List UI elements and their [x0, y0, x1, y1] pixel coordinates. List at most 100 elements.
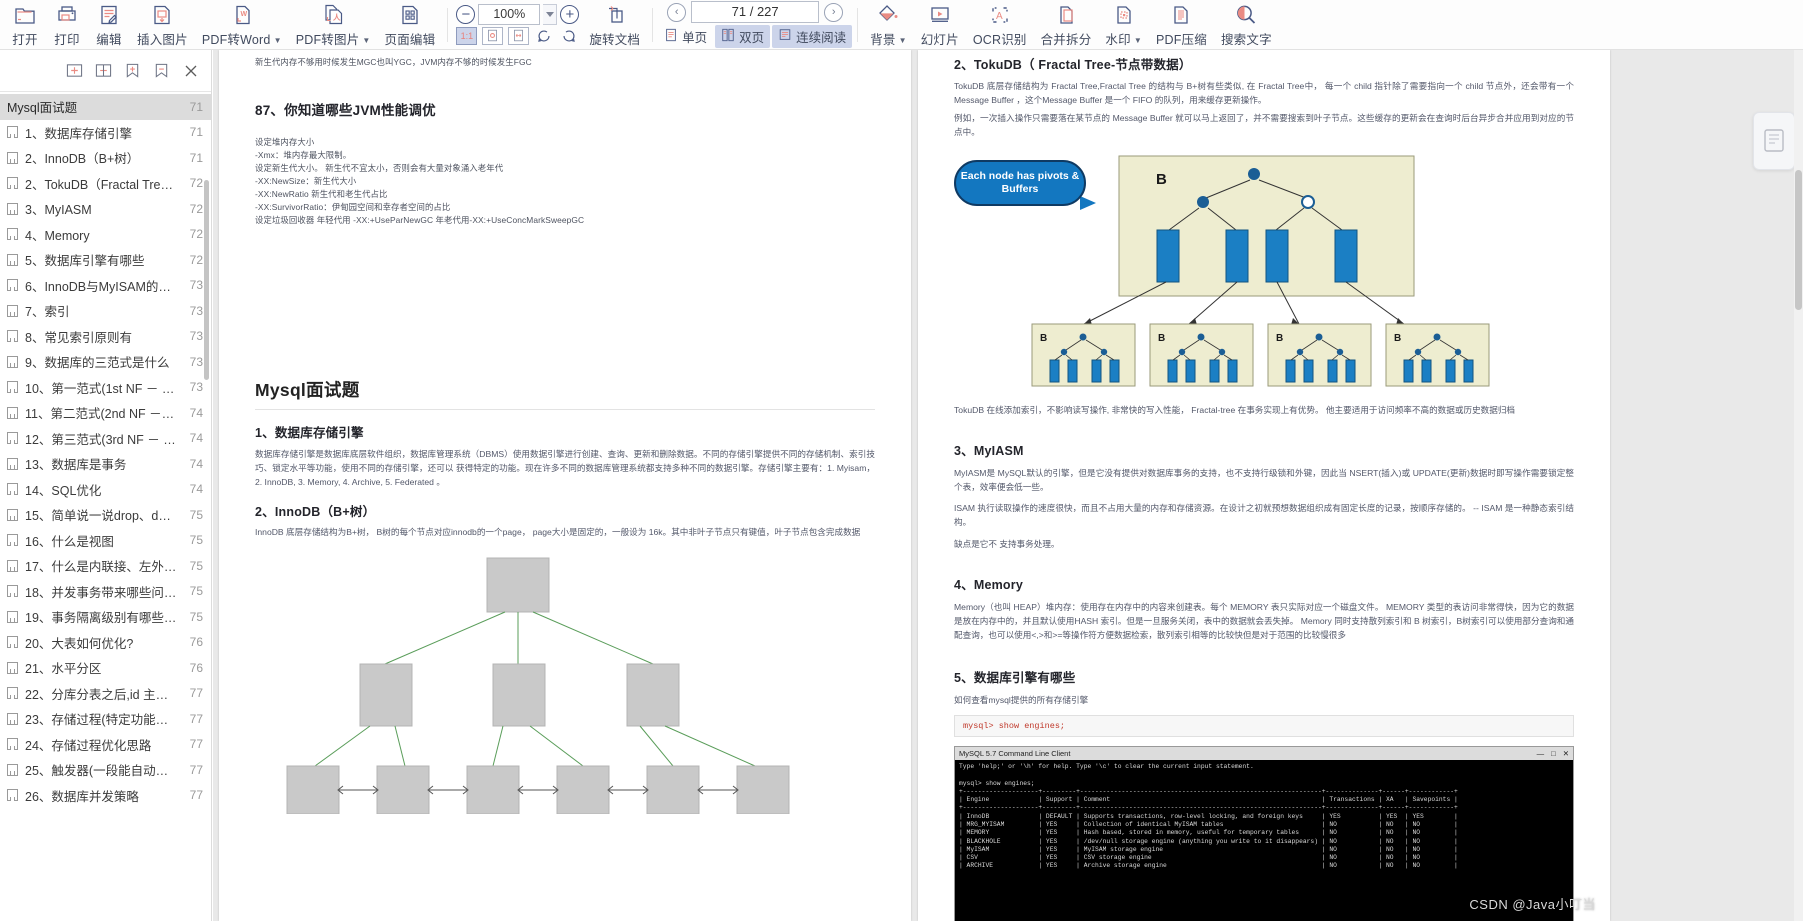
next-page-button[interactable]: ›	[824, 2, 844, 22]
bookmark-row[interactable]: 16、什么是视图 75	[0, 528, 211, 554]
bookmark-checkbox[interactable]	[7, 177, 18, 190]
rotate-clockwise-button[interactable]	[559, 26, 579, 46]
toolbar-pdf-compress-button[interactable]: PDF压缩	[1149, 1, 1214, 49]
paint-bucket-icon	[875, 3, 901, 28]
previous-page-button[interactable]: ‹	[667, 2, 687, 22]
bookmark-checkbox[interactable]	[7, 763, 18, 776]
bookmark-row[interactable]: 5、数据库引擎有哪些 72	[0, 247, 211, 273]
sidebar-scrollbar-thumb[interactable]	[204, 180, 209, 380]
bookmark-checkbox[interactable]	[7, 457, 18, 470]
bookmark-checkbox[interactable]	[7, 432, 18, 445]
bookmark-checkbox[interactable]	[7, 228, 18, 241]
toolbar-edit-button[interactable]: 编辑	[88, 1, 130, 49]
bookmark-row[interactable]: 17、什么是内联接、左外联接... 75	[0, 553, 211, 579]
zoom-level-input[interactable]: 100%	[478, 3, 541, 25]
bookmark-row[interactable]: 26、数据库并发策略 77	[0, 783, 211, 809]
bookmark-checkbox[interactable]	[7, 559, 18, 572]
bookmark-checkbox[interactable]	[7, 534, 18, 547]
toolbar-background-button[interactable]: 背景 ▼	[863, 1, 914, 49]
bookmark-checkbox[interactable]	[7, 712, 18, 725]
toolbar-watermark-button[interactable]: 水印 ▼	[1098, 1, 1149, 49]
bookmark-list[interactable]: Mysql面试题 71 1、数据库存储引擎 71 2、InnoDB（B+树） 71 2、To…	[0, 92, 211, 921]
bookmark-row[interactable]: 11、第二范式(2nd NF － 每个... 74	[0, 400, 211, 426]
bookmark-checkbox[interactable]	[7, 738, 18, 751]
bookmark-row[interactable]: 1、数据库存储引擎 71	[0, 120, 211, 146]
bookmark-checkbox[interactable]	[7, 610, 18, 623]
viewer-scrollbar-thumb[interactable]	[1795, 170, 1802, 310]
terminal-maximize-icon[interactable]: □	[1551, 749, 1556, 758]
bookmark-checkbox[interactable]	[7, 151, 18, 164]
bookmark-checkbox[interactable]	[7, 381, 18, 394]
toolbar-insert-image-button[interactable]: 插入图片	[130, 1, 195, 49]
bookmark-row[interactable]: 21、水平分区 76	[0, 655, 211, 681]
rotate-counterclockwise-button[interactable]	[534, 26, 554, 46]
collapse-all-icon[interactable]	[94, 61, 113, 80]
toolbar-print-button[interactable]: 打印	[46, 1, 88, 49]
terminal-minimize-icon[interactable]: —	[1537, 749, 1545, 758]
bookmark-row[interactable]: 4、Memory 72	[0, 222, 211, 248]
bookmark-row[interactable]: 20、大表如何优化? 76	[0, 630, 211, 656]
bookmark-row[interactable]: 10、第一范式(1st NF － 列都... 73	[0, 375, 211, 401]
bookmark-row[interactable]: 2、InnoDB（B+树） 71	[0, 145, 211, 171]
toolbar-merge-split-button[interactable]: 合并拆分	[1034, 1, 1099, 49]
bookmark-row[interactable]: 7、索引 73	[0, 298, 211, 324]
bookmark-row[interactable]: 25、触发器(一段能自动执行的... 77	[0, 757, 211, 783]
toolbar-search-text-button[interactable]: 搜索文字	[1214, 1, 1279, 49]
bookmark-row[interactable]: Mysql面试题 71	[0, 94, 211, 120]
viewer-scrollbar[interactable]	[1794, 50, 1803, 921]
page-number-input[interactable]: 71 / 227	[691, 1, 820, 23]
bookmark-checkbox[interactable]	[7, 661, 18, 674]
bookmark-checkbox[interactable]	[7, 304, 18, 317]
floating-assistant-button[interactable]	[1753, 112, 1795, 170]
bookmark-row[interactable]: 9、数据库的三范式是什么 73	[0, 349, 211, 375]
document-viewer[interactable]: 新生代内存不够用时候发生MGC也叫YGC，JVM内存不够的时候发生FGC 87、…	[213, 50, 1803, 921]
toolbar-ocr-button[interactable]: A OCR识别	[966, 1, 1034, 49]
toolbar-rotate-document-button[interactable]: 旋转文档	[582, 1, 647, 49]
bookmark-checkbox[interactable]	[7, 330, 18, 343]
bookmark-row[interactable]: 12、第三范式(3rd NF － 不存... 74	[0, 426, 211, 452]
view-mode-single-page[interactable]: 单页	[658, 25, 713, 48]
bookmark-row[interactable]: 8、常见索引原则有 73	[0, 324, 211, 350]
bookmark-row[interactable]: 3、MyIASM 72	[0, 196, 211, 222]
bookmark-row[interactable]: 24、存储过程优化思路 77	[0, 732, 211, 758]
expand-all-icon[interactable]	[65, 61, 84, 80]
bookmark-checkbox[interactable]	[7, 636, 18, 649]
view-mode-continuous-read[interactable]: 连续阅读	[772, 25, 853, 48]
zoom-in-button[interactable]: +	[560, 4, 580, 24]
bookmark-checkbox[interactable]	[7, 687, 18, 700]
toolbar-page-edit-button[interactable]: 页面编辑	[378, 1, 443, 49]
bookmark-checkbox[interactable]	[7, 508, 18, 521]
view-mode-double-page[interactable]: 双页	[715, 25, 771, 48]
bookmark-checkbox[interactable]	[7, 406, 18, 419]
bookmark-checkbox[interactable]	[7, 483, 18, 496]
bookmark-checkbox[interactable]	[7, 355, 18, 368]
bookmark-row[interactable]: 18、并发事务带来哪些问题? 75	[0, 579, 211, 605]
bookmark-row[interactable]: 6、InnoDB与MyISAM的区别 73	[0, 273, 211, 299]
zoom-preset-dropdown[interactable]	[543, 3, 558, 25]
toolbar-pdf-to-word-button[interactable]: W PDF转Word ▼	[195, 1, 289, 49]
bookmark-row[interactable]: 22、分库分表之后,id 主键如何... 77	[0, 681, 211, 707]
zoom-fit-page-button[interactable]	[482, 26, 504, 45]
bookmark-row[interactable]: 15、简单说一说drop、delete... 75	[0, 502, 211, 528]
toolbar-slideshow-button[interactable]: 幻灯片	[914, 1, 966, 49]
bookmark-checkbox[interactable]	[7, 789, 18, 802]
bookmark-checkbox[interactable]	[7, 202, 18, 215]
bookmark-row[interactable]: 23、存储过程(特定功能的 SQL... 77	[0, 706, 211, 732]
terminal-close-icon[interactable]: ✕	[1563, 749, 1569, 758]
toolbar-open-button[interactable]: 打开	[4, 1, 46, 49]
bookmark-row[interactable]: 13、数据库是事务 74	[0, 451, 211, 477]
zoom-out-button[interactable]: −	[456, 4, 476, 24]
bookmark-checkbox[interactable]	[7, 585, 18, 598]
remove-bookmark-icon[interactable]	[152, 61, 171, 80]
bookmark-checkbox[interactable]	[7, 253, 18, 266]
toolbar-pdf-to-image-button[interactable]: 人 PDF转图片 ▼	[289, 1, 378, 49]
close-icon[interactable]	[181, 61, 200, 80]
bookmark-row[interactable]: 19、事务隔离级别有哪些?MyS... 75	[0, 604, 211, 630]
zoom-actual-size-button[interactable]: 1:1	[456, 26, 478, 45]
bookmark-checkbox[interactable]	[7, 279, 18, 292]
zoom-fit-width-button[interactable]	[508, 26, 530, 45]
add-bookmark-icon[interactable]	[123, 61, 142, 80]
bookmark-row[interactable]: 14、SQL优化 74	[0, 477, 211, 503]
bookmark-checkbox[interactable]	[7, 126, 18, 139]
bookmark-row[interactable]: 2、TokuDB（Fractal Tree-节... 72	[0, 171, 211, 197]
